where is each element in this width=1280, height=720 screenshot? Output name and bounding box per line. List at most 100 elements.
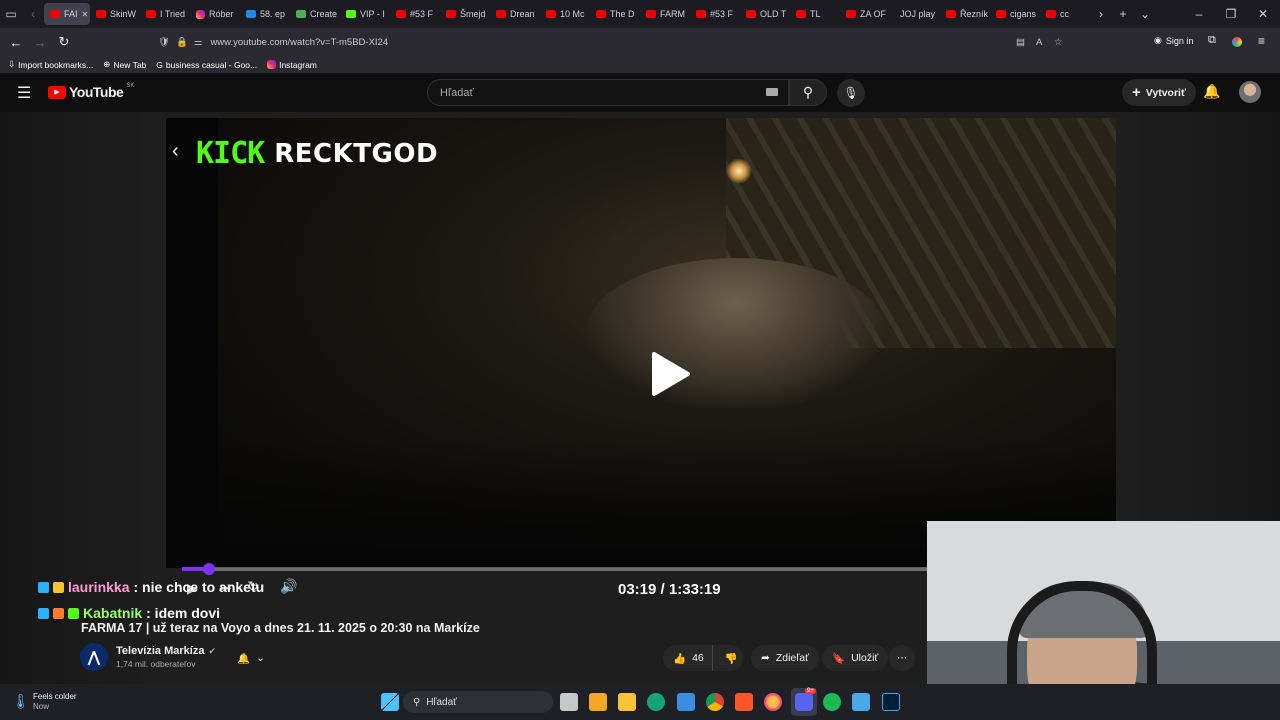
play-icon[interactable] [650, 352, 690, 396]
menu-icon[interactable]: ≡ [1258, 34, 1265, 48]
browser-tab[interactable]: FAI ✕ [44, 3, 90, 25]
chevron-left-icon[interactable]: ‹ [172, 140, 179, 163]
create-button[interactable]: + Vytvoriť [1122, 79, 1197, 106]
photos-icon[interactable] [677, 693, 695, 711]
browser-tab[interactable]: JOJ play [890, 3, 940, 25]
browser-tab[interactable]: Šmejd [440, 3, 490, 25]
youtube-icon [946, 10, 956, 18]
browser-tab[interactable]: I Tried [140, 3, 190, 25]
bookmark-import[interactable]: ⇩ Import bookmarks... [8, 59, 93, 70]
extensions-icon[interactable]: ⧉ [1208, 34, 1216, 47]
browser-tab[interactable]: Řezník [940, 3, 990, 25]
minimize-icon[interactable]: – [1188, 7, 1210, 21]
search-icon: ⚲ [413, 696, 421, 708]
keyboard-icon[interactable] [766, 88, 778, 96]
url-text[interactable]: www.youtube.com/watch?v=T-m5BD-XI24 [210, 37, 388, 48]
browser-tab[interactable]: 58. ep [240, 3, 290, 25]
browser-tab[interactable]: cc [1040, 3, 1090, 25]
browser-tab[interactable]: Drean [490, 3, 540, 25]
search-button[interactable]: ⚲ [789, 79, 827, 106]
avatar[interactable] [1239, 81, 1261, 103]
page-settings-icon[interactable]: ⚌ [194, 37, 203, 48]
hamburger-menu-icon[interactable]: ☰ [17, 83, 31, 103]
tab-label: 58. ep [260, 9, 286, 19]
maximize-icon[interactable]: ❐ [1220, 7, 1242, 21]
browser-tab[interactable]: 10 Mc [540, 3, 590, 25]
browser-tab[interactable]: Create [290, 3, 340, 25]
brave-icon[interactable] [735, 693, 753, 711]
browser-tab[interactable]: FARM [640, 3, 690, 25]
bookmark-instagram[interactable]: Instagram [267, 60, 317, 70]
dislike-button[interactable]: 👎 [719, 652, 744, 665]
voice-search-button[interactable]: 🎙 [837, 79, 865, 107]
browser-tab[interactable]: The D [590, 3, 640, 25]
video-player[interactable] [166, 118, 1116, 568]
like-button[interactable]: 👍 46 [663, 645, 713, 671]
share-button[interactable]: ➦ Zdieľať [751, 645, 820, 671]
tracking-shield-icon[interactable]: 🛡 [158, 37, 170, 48]
reload-icon[interactable]: ↻ [52, 34, 76, 50]
plus-icon: + [1132, 84, 1141, 101]
weather-icon[interactable]: 🌡 [12, 693, 30, 710]
photoshop-icon[interactable] [882, 693, 900, 711]
discord-icon[interactable]: 9+ [791, 688, 817, 716]
notepad-icon[interactable] [852, 693, 870, 711]
channel-avatar[interactable]: ⋀ [80, 643, 108, 671]
browser-tab[interactable]: SkinW [90, 3, 140, 25]
browser-tab[interactable]: Róber [190, 3, 240, 25]
bookmark-business-casual[interactable]: Gbusiness casual - Goo... [156, 60, 257, 70]
youtube-header: ☰ ▶ YouTube SK Hľadať ⚲ 🎙 + Vytvoriť 🔔 [0, 73, 1280, 112]
browser-tab[interactable]: cigans [990, 3, 1040, 25]
youtube-logo[interactable]: ▶ YouTube SK [48, 83, 134, 100]
taskbar-search[interactable]: ⚲ Hľadať [403, 691, 553, 713]
browser-tab[interactable]: TL [790, 3, 840, 25]
video-progress-bar[interactable] [182, 563, 927, 575]
windows-start-icon[interactable] [381, 693, 399, 711]
time-separator: / [660, 581, 665, 598]
task-view-icon[interactable] [560, 693, 578, 711]
close-tab-icon[interactable]: ✕ [82, 10, 89, 19]
chat-badge-icon [68, 607, 79, 619]
firefox-icon[interactable] [764, 693, 782, 711]
forward-icon[interactable]: → [28, 35, 52, 50]
spotify-icon[interactable] [823, 693, 841, 711]
microsoft-store-icon[interactable] [589, 693, 607, 711]
progress-scrubber[interactable] [202, 563, 215, 575]
tab-label: #53 F [710, 9, 734, 19]
save-button[interactable]: 🔖 Uložiť [822, 645, 889, 671]
back-icon[interactable]: ← [4, 35, 28, 50]
bookmark-new-tab[interactable]: ⊕ New Tab [103, 59, 146, 70]
tab-list-icon[interactable]: ▭ [0, 7, 22, 21]
profile-color-icon[interactable] [1232, 37, 1242, 47]
url-bar[interactable]: 🛡 🔒 ⚌ www.youtube.com/watch?v=T-m5BD-XI2… [152, 31, 1072, 53]
notifications-bell-icon[interactable]: 🔔 [1203, 83, 1220, 100]
tab-dropdown-icon[interactable]: ⌄ [1134, 7, 1156, 21]
search-input[interactable]: Hľadať [427, 79, 789, 106]
chrome-icon[interactable] [706, 693, 724, 711]
browser-tab[interactable]: #53 F [690, 3, 740, 25]
more-actions-button[interactable]: ⋯ [889, 645, 915, 671]
browser-tab[interactable]: ZA OF [840, 3, 890, 25]
sign-in-button[interactable]: ◉ Sign in [1154, 35, 1193, 46]
chat-username: laurinkka [68, 579, 130, 595]
browser-tab[interactable]: VIP - I [340, 3, 390, 25]
channel-name[interactable]: Televízia Markíza [116, 645, 204, 657]
browser-tab[interactable]: OLD T [740, 3, 790, 25]
bookmark-star-icon[interactable]: ☆ [1054, 37, 1063, 48]
voyo-icon [246, 10, 256, 18]
lock-icon[interactable]: 🔒 [176, 37, 188, 48]
weather-widget[interactable]: Feels colder Now [33, 692, 77, 712]
subscribe-notification-button[interactable]: 🔔 ⌄ [227, 645, 275, 671]
tab-scroll-left-icon[interactable]: ‹ [22, 7, 44, 21]
new-tab-icon[interactable]: + [1112, 7, 1134, 21]
tab-scroll-right-icon[interactable]: › [1090, 7, 1112, 21]
chat-badge-icon [53, 581, 64, 593]
file-explorer-icon[interactable] [618, 693, 636, 711]
volume-icon[interactable]: 🔊 [280, 578, 297, 595]
translate-icon[interactable]: A [1036, 37, 1042, 48]
video-title: FARMA 17 | už teraz na Voyo a dnes 21. 1… [81, 621, 480, 635]
reader-view-icon[interactable]: ▤ [1016, 37, 1025, 48]
browser-tab[interactable]: #53 F [390, 3, 440, 25]
close-window-icon[interactable]: ✕ [1252, 7, 1274, 21]
edge-icon[interactable] [647, 693, 665, 711]
